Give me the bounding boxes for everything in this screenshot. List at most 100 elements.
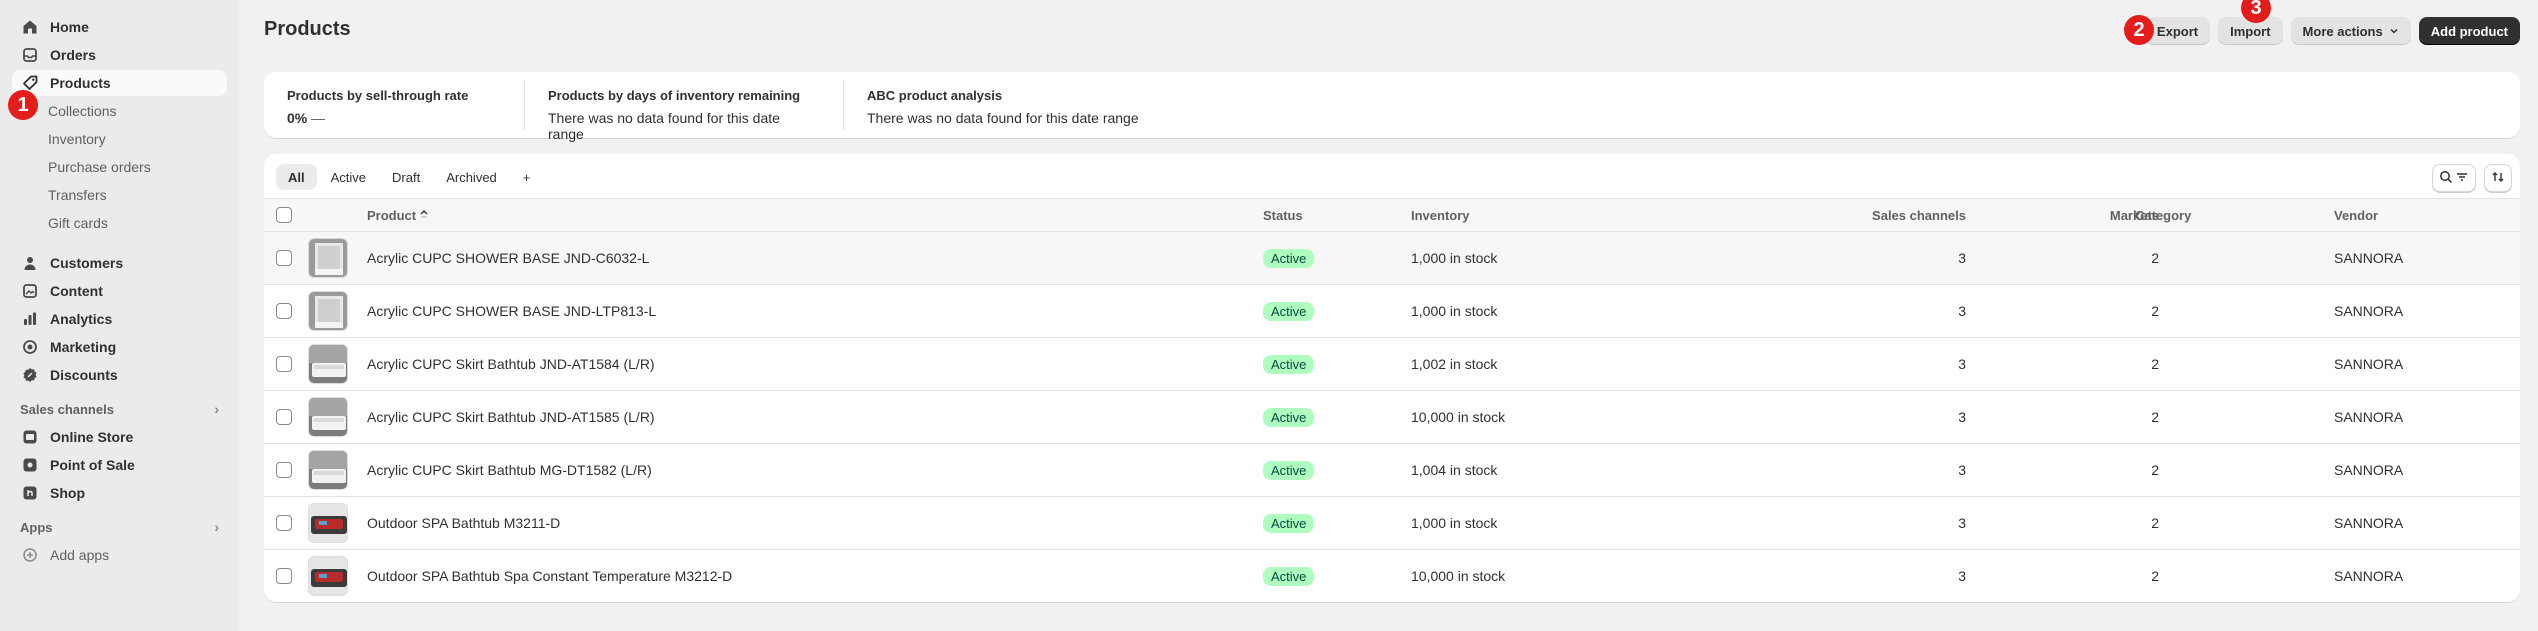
more-actions-label: More actions [2302, 23, 2383, 39]
pos-icon [22, 457, 38, 473]
sales-channels-label: Sales channels [20, 401, 114, 417]
product-thumbnail-cell [308, 497, 348, 549]
product-thumbnail-cell [308, 338, 348, 390]
table-row[interactable]: Outdoor SPA Bathtub M3211-D Active 1,000 i… [264, 497, 2520, 550]
row-checkbox[interactable] [276, 515, 292, 531]
column-product[interactable]: Product [367, 199, 428, 231]
sort-button[interactable] [2484, 164, 2512, 192]
status-badge: Active [1263, 248, 1315, 268]
table-row[interactable]: Acrylic CUPC SHOWER BASE JND-C6032-L Acti… [264, 232, 2520, 285]
sales-channels-header[interactable]: Sales channels › [12, 398, 227, 420]
column-sales-channels: Sales channels [1872, 207, 1966, 223]
sidebar-item-point-of-sale[interactable]: Point of Sale [12, 452, 227, 478]
metric-abc-analysis[interactable]: ABC product analysis There was no data f… [844, 80, 1164, 130]
annotation-marker-2: 2 [2124, 15, 2154, 45]
product-thumbnail-cell [308, 444, 348, 496]
tab-all[interactable]: All [276, 164, 317, 190]
row-checkbox[interactable] [276, 462, 292, 478]
table-row[interactable]: Acrylic CUPC Skirt Bathtub JND-AT1584 (L… [264, 338, 2520, 391]
sidebar-subitem-gift-cards[interactable]: Gift cards [12, 210, 227, 236]
select-all-checkbox[interactable] [276, 207, 292, 223]
sidebar-subitem-collections[interactable]: Collections [12, 98, 227, 124]
table-tools [2432, 164, 2512, 192]
row-checkbox[interactable] [276, 250, 292, 266]
sidebar-item-orders[interactable]: Orders [12, 42, 227, 68]
inbox-icon [22, 47, 38, 63]
table-row[interactable]: Outdoor SPA Bathtub Spa Constant Tempera… [264, 550, 2520, 602]
filter-icon [2455, 170, 2469, 187]
sidebar-item-label: Online Store [50, 429, 134, 445]
product-thumbnail[interactable] [308, 450, 348, 490]
inventory-value: 10,000 in stock [1411, 568, 1506, 584]
row-checkbox[interactable] [276, 303, 292, 319]
product-name[interactable]: Acrylic CUPC Skirt Bathtub MG-DT1582 (L/… [367, 444, 652, 496]
row-checkbox[interactable] [276, 356, 292, 372]
metric-suffix: — [311, 110, 326, 126]
sidebar-item-products[interactable]: Products [12, 70, 227, 96]
product-thumbnail[interactable] [308, 291, 348, 331]
sales-channels-value: 3 [1958, 515, 1966, 531]
home-icon [22, 19, 38, 35]
metric-days-inventory[interactable]: Products by days of inventory remaining … [525, 80, 844, 142]
sidebar-subitem-transfers[interactable]: Transfers [12, 182, 227, 208]
export-button[interactable]: Export [2144, 17, 2211, 45]
product-name[interactable]: Outdoor SPA Bathtub M3211-D [367, 497, 560, 549]
sidebar-item-discounts[interactable]: Discounts [12, 362, 227, 388]
inventory-value: 1,000 in stock [1411, 250, 1498, 266]
product-thumbnail[interactable] [308, 397, 348, 437]
product-name[interactable]: Acrylic CUPC Skirt Bathtub JND-AT1584 (L… [367, 338, 655, 390]
tab-archived[interactable]: Archived [434, 164, 509, 190]
sidebar-item-shop[interactable]: Shop [12, 480, 227, 506]
store-icon [22, 429, 38, 445]
product-name[interactable]: Acrylic CUPC SHOWER BASE JND-LTP813-L [367, 285, 656, 337]
search-filter-button[interactable] [2432, 164, 2476, 192]
product-thumbnail[interactable] [308, 556, 348, 596]
vendor-value: SANNORA [2334, 356, 2404, 372]
metric-sell-through[interactable]: Products by sell-through rate 0% — [264, 80, 525, 130]
sales-channels-value: 3 [1958, 356, 1966, 372]
table-row[interactable]: Acrylic CUPC Skirt Bathtub MG-DT1582 (L/… [264, 444, 2520, 497]
tab-active[interactable]: Active [319, 164, 378, 190]
sidebar-item-home[interactable]: Home [12, 14, 227, 40]
add-product-label: Add product [2430, 23, 2508, 39]
row-checkbox[interactable] [276, 568, 292, 584]
sidebar-subitem-inventory[interactable]: Inventory [12, 126, 227, 152]
tab-draft[interactable]: Draft [380, 164, 432, 190]
apps-header[interactable]: Apps › [12, 516, 227, 538]
vendor-value: SANNORA [2334, 250, 2404, 266]
sidebar-item-label: Marketing [50, 339, 117, 355]
more-actions-button[interactable]: More actions [2290, 17, 2411, 45]
page-title: Products [264, 18, 351, 40]
sales-channels-value: 3 [1958, 409, 1966, 425]
product-name[interactable]: Acrylic CUPC Skirt Bathtub JND-AT1585 (L… [367, 391, 655, 443]
product-name[interactable]: Acrylic CUPC SHOWER BASE JND-C6032-L [367, 232, 649, 284]
shop-icon [22, 485, 38, 501]
markets-value: 2 [2151, 409, 2159, 425]
product-thumbnail[interactable] [308, 238, 348, 278]
add-product-button[interactable]: Add product [2418, 17, 2520, 45]
status-cell: Active [1263, 550, 1315, 602]
status-badge: Active [1263, 566, 1315, 586]
inventory-value: 1,004 in stock [1411, 462, 1498, 478]
sales-channels-value: 3 [1958, 568, 1966, 584]
tag-icon [22, 75, 38, 91]
vendor-value: SANNORA [2334, 515, 2404, 531]
status-cell: Active [1263, 444, 1315, 496]
table-row[interactable]: Acrylic CUPC SHOWER BASE JND-LTP813-L Act… [264, 285, 2520, 338]
sidebar-subitem-purchase-orders[interactable]: Purchase orders [12, 154, 227, 180]
metric-value: There was no data found for this date ra… [548, 110, 780, 142]
sidebar-item-analytics[interactable]: Analytics [12, 306, 227, 332]
product-thumbnail[interactable] [308, 503, 348, 543]
sidebar-item-online-store[interactable]: Online Store [12, 424, 227, 450]
product-name[interactable]: Outdoor SPA Bathtub Spa Constant Tempera… [367, 550, 732, 602]
sort-ascending-icon [420, 208, 428, 223]
add-view-button[interactable]: + [511, 164, 543, 190]
product-thumbnail[interactable] [308, 344, 348, 384]
sidebar-item-content[interactable]: Content [12, 278, 227, 304]
table-row[interactable]: Acrylic CUPC Skirt Bathtub JND-AT1585 (L… [264, 391, 2520, 444]
sidebar-item-customers[interactable]: Customers [12, 250, 227, 276]
sidebar-item-add-apps[interactable]: Add apps [12, 542, 227, 568]
sidebar-item-marketing[interactable]: Marketing [12, 334, 227, 360]
row-checkbox[interactable] [276, 409, 292, 425]
products-card: All Active Draft Archived + Product Stat… [264, 154, 2520, 602]
